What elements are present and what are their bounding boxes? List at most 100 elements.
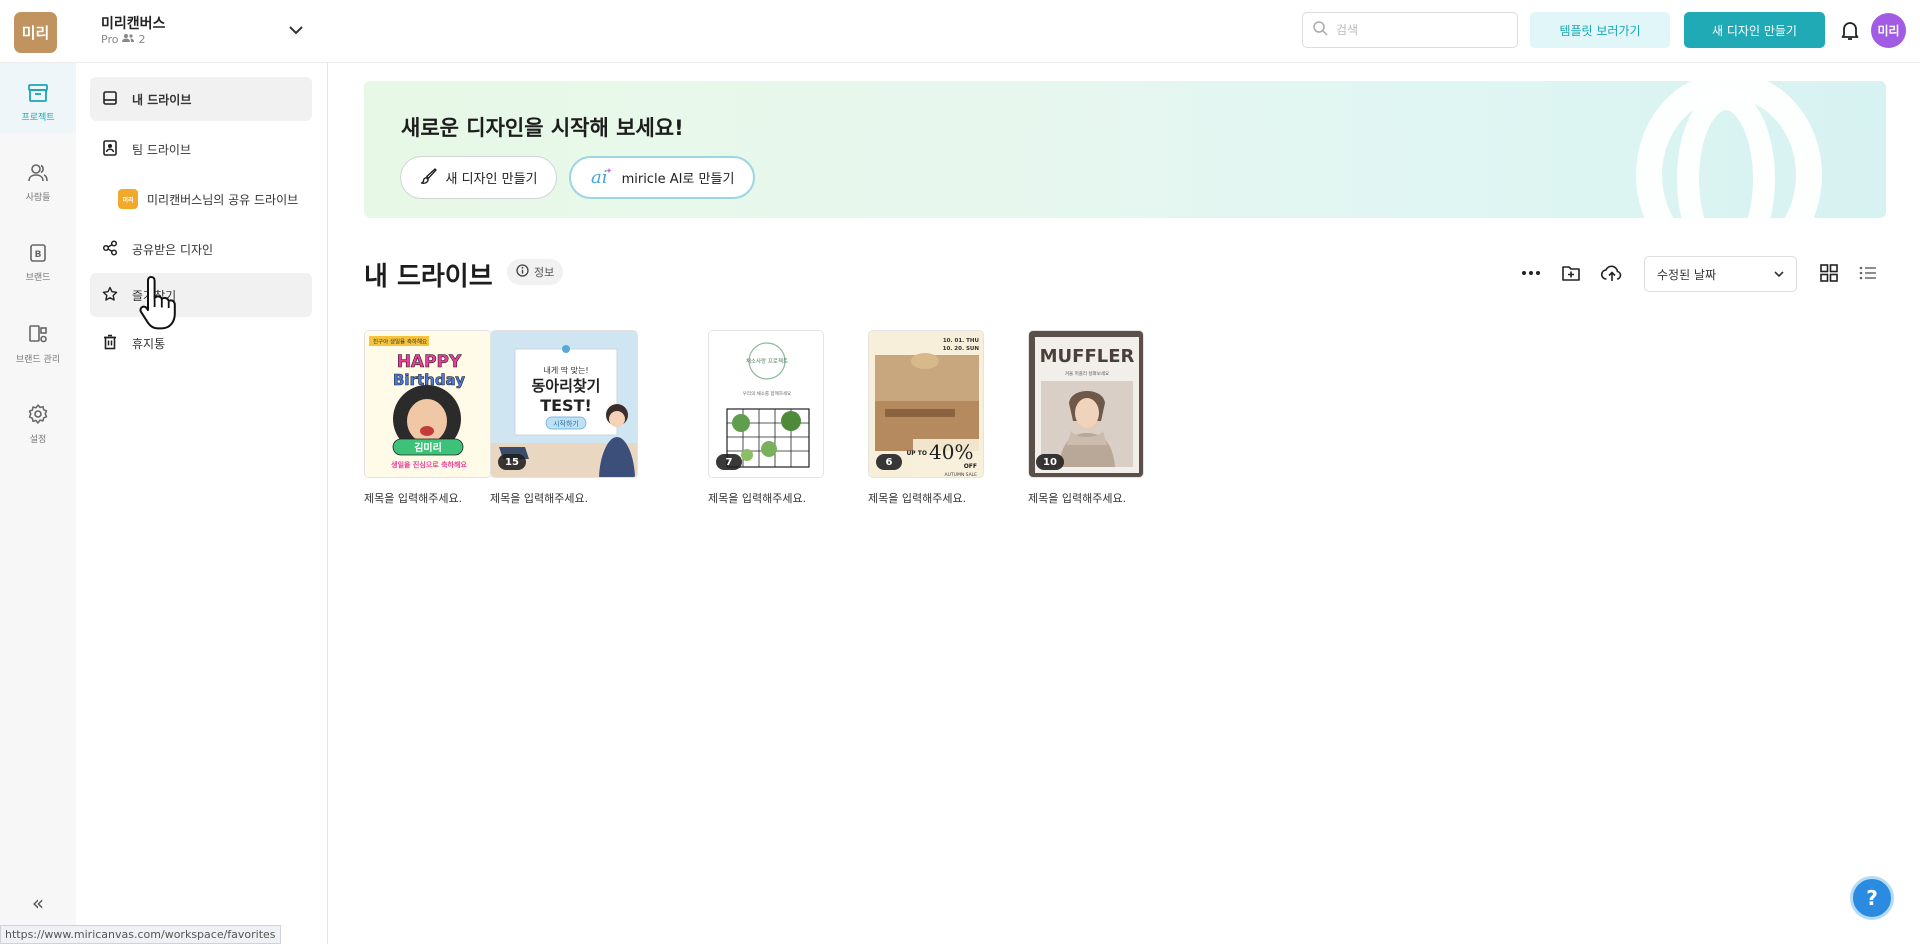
trash-icon	[102, 334, 118, 353]
design-title[interactable]: 제목을 입력해주세요.	[1028, 490, 1144, 506]
sidebar-item-trash[interactable]: 휴지통	[90, 321, 312, 365]
page-count-badge: 7	[716, 454, 742, 470]
banner-new-design-button[interactable]: 새 디자인 만들기	[400, 156, 557, 199]
banner-button-label: miricle AI로 만들기	[621, 172, 735, 187]
help-button[interactable]: ?	[1850, 876, 1894, 920]
rail-item-people[interactable]: 사람들	[0, 143, 76, 213]
thumb-text-date2: 10. 20. SUN	[943, 346, 980, 352]
bell-icon[interactable]	[1838, 18, 1862, 42]
status-bar-url: https://www.miricanvas.com/workspace/fav…	[0, 925, 281, 944]
search-input[interactable]	[1336, 23, 1496, 37]
thumb-text-up: UP TO	[906, 450, 927, 457]
main-content: 새로운 디자인을 시작해 보세요! 새 디자인 만들기 ai miricle A…	[328, 63, 1920, 944]
design-card[interactable]: 내게 딱 맞는! 동아리찾기 TEST! 시작하기 15 제목을 입력해주세요.	[490, 330, 638, 506]
workspace-meta: Pro 2	[101, 33, 145, 46]
rail-item-settings[interactable]: 설정	[0, 383, 76, 453]
thumb-text-circle: 채소사랑 프로젝트	[746, 357, 788, 365]
sidebar-item-shared-drive[interactable]: 미리 미리캔버스님의 공유 드라이브	[118, 179, 298, 219]
sidebar-item-favorites[interactable]: 즐겨찾기	[90, 273, 312, 317]
design-card[interactable]: 채소사랑 프로젝트 우리의 채소를 함께하세요 7 제목을 입력해주세요.	[708, 330, 824, 506]
thumb-text-off: OFF	[964, 463, 977, 470]
search-icon	[1313, 20, 1328, 40]
drive-icon	[102, 90, 118, 109]
design-thumbnail[interactable]: 내게 딱 맞는! 동아리찾기 TEST! 시작하기 15	[490, 330, 638, 478]
gear-icon	[27, 403, 49, 428]
design-thumbnail[interactable]: MUFFLER 겨울 머플러 살펴보세요 10	[1028, 330, 1144, 478]
page-count-badge: 15	[498, 454, 526, 470]
thumb-text-btn: 시작하기	[553, 419, 579, 428]
left-rail: 프로젝트 사람들 B 브랜드 브랜드 관리 설정 «	[0, 63, 76, 944]
search-box[interactable]	[1302, 12, 1518, 48]
new-folder-icon[interactable]	[1557, 259, 1585, 287]
sidebar-item-shared-designs[interactable]: 공유받은 디자인	[90, 227, 312, 271]
workspace-logo[interactable]: 미리	[14, 12, 57, 53]
sidebar-item-label: 내 드라이브	[132, 92, 192, 107]
info-label: 정보	[534, 266, 555, 279]
rail-label: 브랜드 관리	[15, 355, 61, 365]
workspace-member-count: 2	[138, 33, 146, 46]
brand-icon: B	[28, 243, 48, 266]
svg-text:B: B	[35, 250, 42, 260]
top-bar: 미리 미리캔버스 Pro 2 템플릿 보러가기 새 디자인 만들기 미리	[0, 0, 1920, 63]
chevron-down-icon	[1774, 267, 1784, 281]
rail-item-project[interactable]: 프로젝트	[0, 63, 76, 133]
banner-button-label: 새 디자인 만들기	[445, 172, 538, 187]
grid-view-icon[interactable]	[1815, 259, 1843, 287]
sidebar-item-team-drive[interactable]: 팀 드라이브	[90, 127, 312, 171]
hand-cursor-icon	[138, 274, 180, 330]
thumb-text-happy: HAPPY	[397, 352, 462, 372]
avatar[interactable]: 미리	[1871, 13, 1906, 48]
svg-text:ai: ai	[591, 167, 608, 186]
upload-icon[interactable]	[1598, 259, 1626, 287]
thumb-text-top: 친구야 생일을 축하해요	[373, 338, 427, 346]
people-small-icon	[122, 33, 135, 46]
thumb-text-tag: AUTUMN SALE	[945, 472, 978, 478]
sidebar-item-label: 휴지통	[132, 336, 166, 351]
birthday-thumbnail-art: 친구야 생일을 축하해요 HAPPY Birthday 김미리 생일을 진심으로…	[365, 331, 491, 477]
team-drive-icon	[102, 139, 118, 159]
brand-manage-icon	[27, 323, 49, 348]
collapse-sidebar-button[interactable]: «	[24, 891, 52, 915]
sidebar: 내 드라이브 팀 드라이브 미리 미리캔버스님의 공유 드라이브 공유받은 디자…	[76, 63, 328, 944]
design-title[interactable]: 제목을 입력해주세요.	[868, 490, 984, 506]
banner-ai-button[interactable]: ai miricle AI로 만들기	[569, 156, 755, 199]
share-icon	[102, 239, 118, 259]
thumb-text-test: TEST!	[540, 396, 592, 415]
rail-item-brand-manage[interactable]: 브랜드 관리	[0, 303, 76, 373]
thumb-text-main: 동아리찾기	[531, 377, 600, 395]
sidebar-item-my-drive[interactable]: 내 드라이브	[90, 77, 312, 121]
sort-value: 수정된 날짜	[1657, 267, 1717, 282]
rail-item-brand[interactable]: B 브랜드	[0, 223, 76, 293]
rail-label: 프로젝트	[21, 113, 55, 123]
view-templates-button[interactable]: 템플릿 보러가기	[1530, 12, 1670, 48]
design-thumbnail[interactable]: 10. 01. THU 10. 20. SUN UP TO 40% OFF AU…	[868, 330, 984, 478]
design-card[interactable]: 친구야 생일을 축하해요 HAPPY Birthday 김미리 생일을 진심으로…	[364, 330, 492, 506]
info-icon	[516, 264, 529, 280]
list-view-icon[interactable]	[1854, 259, 1882, 287]
page-count-badge: 10	[1036, 454, 1064, 470]
star-icon	[102, 286, 118, 305]
sidebar-item-label: 팀 드라이브	[132, 142, 192, 157]
more-options-icon[interactable]	[1517, 259, 1545, 287]
design-card[interactable]: 10. 01. THU 10. 20. SUN UP TO 40% OFF AU…	[868, 330, 984, 506]
design-title[interactable]: 제목을 입력해주세요.	[708, 490, 824, 506]
thumb-text-date1: 10. 01. THU	[943, 338, 979, 344]
rail-label: 사람들	[25, 193, 51, 203]
page-title: 내 드라이브	[364, 262, 493, 292]
thumb-text-pct: 40%	[929, 440, 973, 464]
thumb-text-sub: 겨울 머플러 살펴보세요	[1065, 370, 1109, 377]
design-thumbnail[interactable]: 채소사랑 프로젝트 우리의 채소를 함께하세요 7	[708, 330, 824, 478]
brush-icon	[420, 167, 438, 189]
new-design-button[interactable]: 새 디자인 만들기	[1684, 12, 1825, 48]
design-thumbnail[interactable]: 친구야 생일을 축하해요 HAPPY Birthday 김미리 생일을 진심으로…	[364, 330, 492, 478]
info-badge[interactable]: 정보	[507, 259, 564, 285]
folder-icon	[27, 83, 49, 106]
thumb-text-headline: MUFFLER	[1040, 346, 1135, 367]
workspace-name[interactable]: 미리캔버스	[101, 13, 165, 33]
chevron-down-icon[interactable]	[286, 20, 306, 40]
design-title[interactable]: 제목을 입력해주세요.	[490, 490, 638, 506]
design-title[interactable]: 제목을 입력해주세요.	[364, 490, 492, 506]
sort-select[interactable]: 수정된 날짜	[1644, 256, 1797, 292]
thumb-text-small: 내게 딱 맞는!	[543, 365, 588, 375]
design-card[interactable]: MUFFLER 겨울 머플러 살펴보세요 10 제목을 입력해주세요.	[1028, 330, 1144, 506]
